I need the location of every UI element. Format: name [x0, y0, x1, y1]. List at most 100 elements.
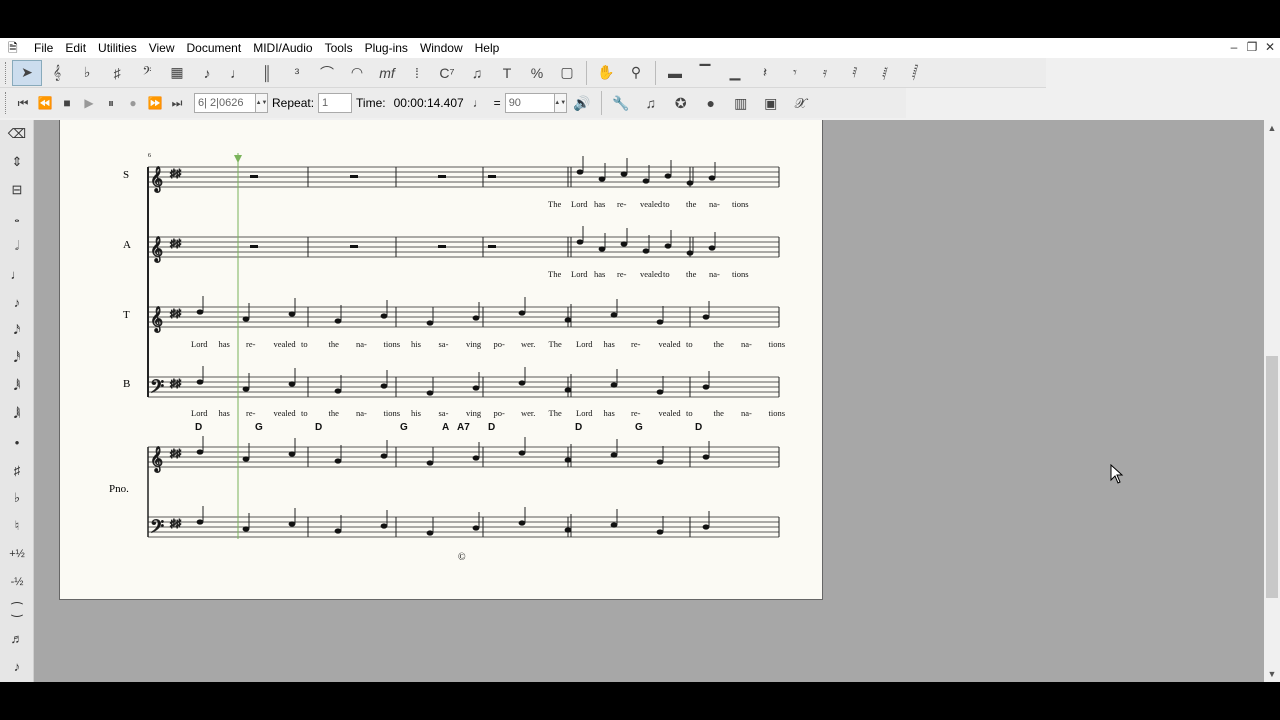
menu-document[interactable]: Document [181, 41, 248, 55]
hairpin-icon[interactable]: ⊟ [2, 176, 32, 204]
quarter-note-icon[interactable]: ♩ [2, 260, 32, 288]
half-step-up-icon[interactable]: +½ [2, 540, 32, 568]
scroll-thumb[interactable] [1266, 356, 1278, 598]
half-step-down-icon[interactable]: -½ [2, 568, 32, 596]
note-mover-icon[interactable]: ♫ [636, 90, 666, 116]
menu-plugins[interactable]: Plug-ins [359, 41, 414, 55]
eraser-icon[interactable]: ⌫ [2, 120, 32, 148]
repeat-select[interactable]: 1 [318, 93, 353, 113]
special-tools-icon[interactable]: ✪ [666, 90, 696, 116]
sixteenth-note-icon[interactable]: 𝅘𝅥𝅯 [2, 316, 32, 344]
lyrics-window-icon[interactable]: ● [696, 90, 726, 116]
key-signature-tool-icon[interactable]: ♭ [72, 60, 102, 86]
midi-tool-icon[interactable]: 𝒳 [786, 90, 816, 116]
bass-lyric: has [604, 408, 615, 418]
whole-note-icon[interactable]: 𝅝 [2, 204, 32, 232]
play-icon[interactable]: ▶ [78, 90, 100, 116]
graphics-tool-icon[interactable]: ▢ [552, 60, 582, 86]
menu-midi-audio[interactable]: MIDI/Audio [247, 41, 318, 55]
scroll-down-icon[interactable]: ▼ [1264, 666, 1280, 682]
natural-icon[interactable]: ♮ [2, 512, 32, 540]
position-counter-field[interactable]: 6| 2|0626 [194, 93, 256, 113]
hand-grabber-icon[interactable]: ✋ [591, 60, 621, 86]
tie-icon[interactable]: ⁐ [2, 596, 32, 624]
score-page[interactable]: 𝄞 ♯♯ 𝄞 ♯♯ 𝄞 ♯♯ 𝄢 ♯♯ 𝄞 ♯♯ 𝄢 ♯♯ 6 S A T B Pno. © The L… [59, 120, 823, 600]
quarter-rest-icon[interactable]: 𝄽 [750, 60, 780, 86]
sixtyfourth-note-icon[interactable]: 𝅘𝅥𝅱 [2, 372, 32, 400]
notehead [196, 309, 204, 315]
measure-tool-icon[interactable]: ▦ [162, 60, 192, 86]
menu-file[interactable]: File [28, 41, 59, 55]
vertical-scrollbar[interactable]: ▲ ▼ [1264, 120, 1280, 682]
thirtysecond-note-icon[interactable]: 𝅘𝅥𝅰 [2, 344, 32, 372]
menu-view[interactable]: View [143, 41, 181, 55]
menu-edit[interactable]: Edit [59, 41, 92, 55]
stop-icon[interactable]: ■ [56, 90, 78, 116]
restore-button[interactable]: ❐ [1246, 40, 1258, 54]
tuplet-tool-icon[interactable]: ³ [282, 60, 312, 86]
bass-lyric: re- [246, 408, 256, 418]
wrench-icon[interactable]: 🔧 [606, 90, 636, 116]
tempo-unit-icon[interactable]: ♩ [468, 90, 490, 116]
speedy-entry-tool-icon[interactable]: ♩ [222, 60, 252, 86]
chord-symbol: D [315, 422, 322, 433]
menu-window[interactable]: Window [414, 41, 469, 55]
staff-tool-icon[interactable]: 𝄞 [42, 60, 72, 86]
menu-help[interactable]: Help [469, 41, 506, 55]
sixteenth-rest-icon[interactable]: 𝄿 [810, 60, 840, 86]
eighth-rest-icon[interactable]: 𝄾 [780, 60, 810, 86]
key-signature: ♯♯ [170, 518, 182, 530]
clef-tool-icon[interactable]: 𝄢 [132, 60, 162, 86]
smart-shape-tool-icon[interactable]: ⌒ [312, 60, 342, 86]
close-button[interactable]: ✕ [1264, 40, 1276, 54]
half-note-icon[interactable]: 𝅗𝅥 [2, 232, 32, 260]
scroll-up-icon[interactable]: ▲ [1264, 120, 1280, 136]
breve-rest-icon[interactable]: ▬ [660, 60, 690, 86]
sharp-icon[interactable]: ♯ [2, 456, 32, 484]
chord-tool-icon[interactable]: C⁷ [432, 60, 462, 86]
ossia-tool-icon[interactable]: ▣ [756, 90, 786, 116]
fast-forward-icon[interactable]: ⏩ [144, 90, 166, 116]
thirtysecond-rest-icon[interactable]: 𝅀 [840, 60, 870, 86]
whole-rest-icon[interactable]: ▔ [690, 60, 720, 86]
menu-tools[interactable]: Tools [319, 41, 359, 55]
position-spinner[interactable]: ▲▼ [256, 93, 268, 113]
zoom-icon[interactable]: ⚲ [621, 60, 651, 86]
128th-note-icon[interactable]: 𝅘𝅥𝅲 [2, 400, 32, 428]
articulation-tool-icon[interactable]: ◠ [342, 60, 372, 86]
chord-symbol: D [195, 422, 202, 433]
move-icon[interactable]: ⇕ [2, 148, 32, 176]
notehead [598, 246, 606, 252]
simple-entry-tool-icon[interactable]: ♪ [192, 60, 222, 86]
expression-tool-icon[interactable]: mf [372, 60, 402, 86]
hyperscribe-tool-icon[interactable]: ║ [252, 60, 282, 86]
dot-icon[interactable]: • [2, 428, 32, 456]
flat-icon[interactable]: ♭ [2, 484, 32, 512]
sixtyfourth-rest-icon[interactable]: 𝅁 [870, 60, 900, 86]
eighth-note-icon[interactable]: ♪ [2, 288, 32, 316]
record-icon[interactable]: ● [122, 90, 144, 116]
menu-utilities[interactable]: Utilities [92, 41, 143, 55]
128th-rest-icon[interactable]: 𝅂 [900, 60, 930, 86]
pause-icon[interactable]: ⏸ [100, 90, 122, 116]
minimize-button[interactable]: – [1228, 40, 1240, 54]
repeat-tool-icon[interactable]: ⁞ [402, 60, 432, 86]
mirror-tool-icon[interactable]: ▥ [726, 90, 756, 116]
playback-settings-icon[interactable]: 🔊 [567, 90, 597, 116]
rewind-to-start-icon[interactable]: ⏮ [12, 90, 34, 116]
tenor-lyric: to [301, 339, 308, 349]
time-signature-tool-icon[interactable]: ♯ [102, 60, 132, 86]
half-rest-icon[interactable]: ▁ [720, 60, 750, 86]
grace-note-icon[interactable]: ♪ [2, 652, 32, 680]
lyrics-tool-icon[interactable]: ♫ [462, 60, 492, 86]
selection-tool-icon[interactable]: ➤ [12, 59, 42, 86]
rewind-icon[interactable]: ⏪ [34, 90, 56, 116]
document-workspace[interactable]: 𝄞 ♯♯ 𝄞 ♯♯ 𝄞 ♯♯ 𝄢 ♯♯ 𝄞 ♯♯ 𝄢 ♯♯ 6 S A T B Pno. © The L… [34, 120, 1264, 682]
tuplet-icon[interactable]: ♬ [2, 624, 32, 652]
text-tool-icon[interactable]: T [492, 60, 522, 86]
tempo-spinner[interactable]: ▲▼ [554, 93, 567, 113]
fast-forward-to-end-icon[interactable]: ⏭ [166, 90, 188, 116]
resize-tool-icon[interactable]: % [522, 60, 552, 86]
notehead [472, 315, 480, 321]
tempo-field[interactable]: 90 [504, 93, 555, 113]
